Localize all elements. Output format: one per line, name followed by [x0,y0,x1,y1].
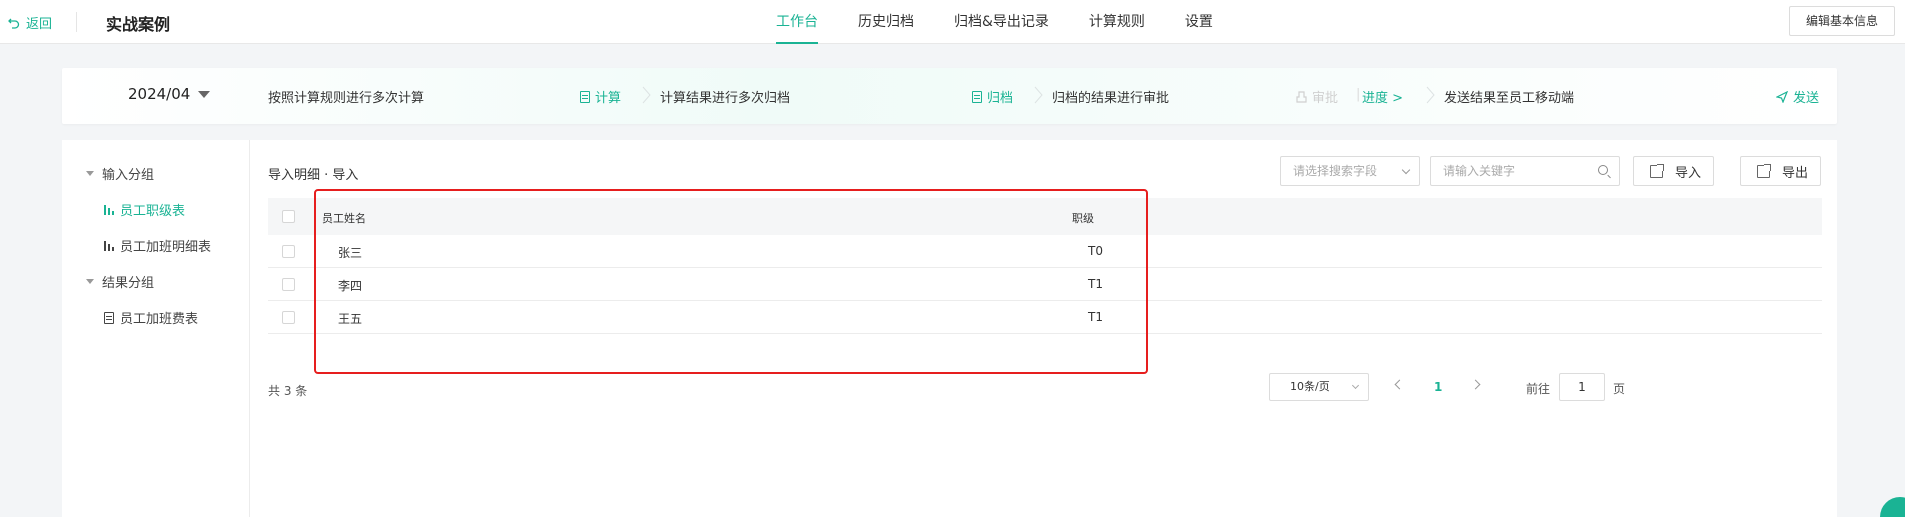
month-value: 2024/04 [128,85,191,103]
table-icon [104,240,114,251]
column-header-name[interactable]: 员工姓名 [322,210,366,226]
step-chevron-icon [1034,86,1043,104]
approval-label: 审批 [1312,91,1339,106]
goto-page-input[interactable] [1559,373,1605,401]
dropdown-triangle-icon [198,90,211,98]
page-size-select[interactable]: 10条/页 [1269,373,1369,401]
tab-archive-export-records[interactable]: 归档&导出记录 [934,0,1069,44]
sidebar-item-label: 员工加班费表 [120,312,199,327]
column-header-level[interactable]: 职级 [1072,210,1094,226]
archive-icon [972,90,982,103]
search-field-select[interactable]: 请选择搜索字段 [1280,156,1420,186]
step-archive-desc: 计算结果进行多次归档 [660,91,791,106]
chevron-down-icon [1351,381,1360,390]
sidebar: 输入分组 员工职级表 员工加班明细表 结果分组 员工加班费表 [62,140,250,517]
cell-level: T0 [1088,244,1103,258]
step-calc-desc: 按照计算规则进行多次计算 [268,91,425,106]
cell-level: T1 [1088,277,1103,291]
caret-down-icon [86,171,94,176]
sidebar-item-overtime-detail[interactable]: 员工加班明细表 [104,236,211,255]
table-row[interactable]: 王五 T1 [268,301,1822,334]
main-tabs: 工作台 历史归档 归档&导出记录 计算规则 设置 [776,0,1233,44]
step-approval-desc: 归档的结果进行审批 [1052,91,1170,106]
send-label: 发送 [1793,91,1820,106]
progress-link[interactable]: 进度 > [1362,87,1403,106]
back-label: 返回 [26,17,53,32]
main-panel: 输入分组 员工职级表 员工加班明细表 结果分组 员工加班费表 导入明细 · 导入… [62,140,1837,517]
step-chevron-icon [1426,86,1435,104]
tab-calc-rules[interactable]: 计算规则 [1069,0,1165,44]
sidebar-item-label: 员工职级表 [120,204,186,219]
divider [76,12,77,32]
page-number-current[interactable]: 1 [1434,380,1442,394]
export-button[interactable]: 导出 [1740,156,1822,186]
sidebar-item-employee-level[interactable]: 员工职级表 [104,200,185,219]
caret-down-icon [86,279,94,284]
send-button[interactable]: 发送 [1776,87,1819,106]
sidebar-group-input[interactable]: 输入分组 [86,164,154,183]
section-title: 导入明细 · 导入 [268,168,359,183]
goto-suffix: 页 [1613,382,1626,396]
table-icon [104,204,114,215]
sidebar-item-overtime-pay[interactable]: 员工加班费表 [104,308,198,327]
send-icon [1776,90,1788,103]
page-size-value: 10条/页 [1290,380,1330,393]
back-button[interactable]: 返回 [8,13,52,32]
content-area: 导入明细 · 导入 请选择搜索字段 导入 导出 员工姓名 职级 张三 T0 [268,140,1826,517]
row-checkbox[interactable] [282,311,295,324]
search-icon[interactable] [1598,165,1608,175]
next-page-icon[interactable] [1470,379,1481,390]
archive-label: 归档 [987,91,1014,106]
row-checkbox[interactable] [282,245,295,258]
table-row[interactable]: 张三 T0 [268,235,1822,268]
calculate-label: 计算 [595,91,622,106]
sidebar-group-result[interactable]: 结果分组 [86,272,154,291]
archive-button[interactable]: 归档 [972,87,1013,106]
help-chat-button[interactable] [1880,497,1905,517]
search-field-placeholder: 请选择搜索字段 [1293,164,1378,178]
sidebar-item-label: 员工加班明细表 [120,240,212,255]
chevron-down-icon [1401,165,1411,175]
edit-basic-info-button[interactable]: 编辑基本信息 [1788,6,1895,36]
group-label: 输入分组 [102,168,155,183]
export-icon [1757,163,1771,178]
data-table: 员工姓名 职级 张三 T0 李四 T1 王五 T1 [268,198,1822,334]
process-step-bar: 2024/04 按照计算规则进行多次计算 计算 计算结果进行多次归档 归档 归档… [62,68,1837,124]
approval-icon [1296,90,1307,103]
tab-workbench[interactable]: 工作台 [776,0,838,44]
step-chevron-icon [642,86,651,104]
keyword-search-input[interactable] [1430,156,1620,186]
tab-history-archive[interactable]: 历史归档 [838,0,934,44]
import-button[interactable]: 导入 [1633,156,1715,186]
document-icon [104,311,114,324]
page-title: 实战案例 [106,15,171,34]
cell-level: T1 [1088,310,1103,324]
calculator-icon [580,90,590,103]
separator-bar: | [1356,87,1361,102]
tab-settings[interactable]: 设置 [1165,0,1233,44]
calculate-button[interactable]: 计算 [580,87,621,106]
top-nav-bar: 返回 实战案例 工作台 历史归档 归档&导出记录 计算规则 设置 编辑基本信息 [0,0,1905,44]
back-arrow-icon [8,18,20,29]
cell-name: 张三 [338,246,363,260]
import-icon [1650,163,1664,178]
cell-name: 王五 [338,312,363,326]
approval-button[interactable]: 审批 [1296,87,1338,106]
cell-name: 李四 [338,279,363,293]
group-label: 结果分组 [102,276,155,291]
import-label: 导入 [1675,165,1702,181]
select-all-checkbox[interactable] [282,210,295,223]
prev-page-icon[interactable] [1394,379,1405,390]
row-checkbox[interactable] [282,278,295,291]
step-send-desc: 发送结果至员工移动端 [1444,91,1575,106]
table-header: 员工姓名 职级 [268,198,1822,235]
table-row[interactable]: 李四 T1 [268,268,1822,301]
export-label: 导出 [1782,165,1809,181]
goto-label: 前往 [1526,382,1551,396]
month-selector[interactable]: 2024/04 [128,85,211,103]
total-count: 共 3 条 [268,384,308,398]
